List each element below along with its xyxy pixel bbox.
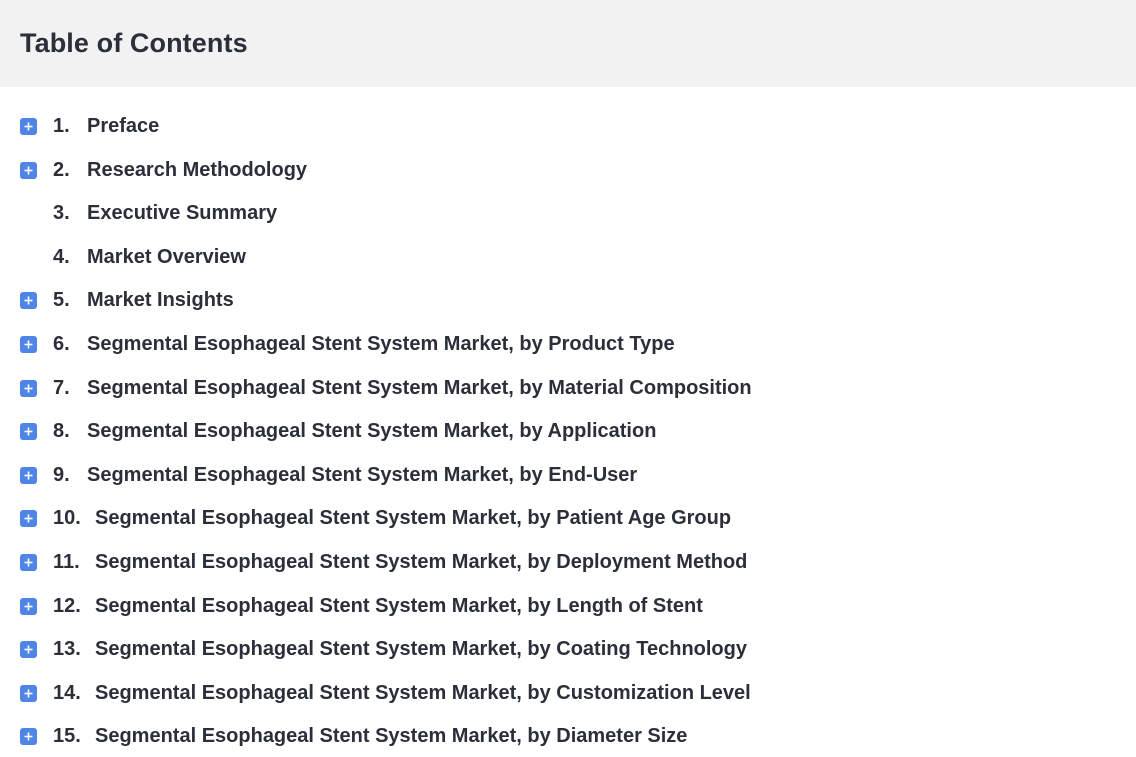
- toc-item-number: 14.: [53, 681, 81, 704]
- toc-item-7[interactable]: 7. Segmental Esophageal Stent System Mark…: [0, 374, 1136, 402]
- toc-item-9[interactable]: 9. Segmental Esophageal Stent System Mark…: [0, 461, 1136, 489]
- toc-item-number: 2.: [53, 158, 70, 181]
- toc-item-label[interactable]: Segmental Esophageal Stent System Market…: [95, 679, 751, 707]
- toc-item-11[interactable]: 11. Segmental Esophageal Stent System Mar…: [0, 548, 1136, 576]
- plus-icon[interactable]: [20, 336, 37, 353]
- toc-item-label[interactable]: Research Methodology: [87, 156, 307, 184]
- toc-item-label[interactable]: Segmental Esophageal Stent System Market…: [87, 374, 752, 402]
- toc-item-12[interactable]: 12. Segmental Esophageal Stent System Mar…: [0, 592, 1136, 620]
- toc-item-label[interactable]: Segmental Esophageal Stent System Market…: [95, 504, 731, 532]
- plus-icon[interactable]: [20, 597, 37, 615]
- toc-item-number: 1.: [53, 115, 70, 137]
- toc-item-number: 8.: [53, 420, 70, 443]
- toc-item-13[interactable]: 13. Segmental Esophageal Stent System Mar…: [0, 635, 1136, 663]
- toc-item-number: 6.: [53, 333, 70, 355]
- toc-item-label[interactable]: Segmental Esophageal Stent System Market…: [95, 592, 703, 620]
- plus-icon[interactable]: [20, 641, 37, 659]
- plus-icon[interactable]: [20, 728, 37, 746]
- toc-item-3[interactable]: 3. Executive Summary: [0, 199, 1136, 227]
- toc-item-label[interactable]: Market Insights: [87, 286, 234, 314]
- plus-icon[interactable]: [20, 118, 37, 135]
- toc-item-1[interactable]: 1. Preface: [0, 112, 1136, 140]
- toc-item-number: 15.: [53, 725, 81, 748]
- toc-item-8[interactable]: 8. Segmental Esophageal Stent System Mark…: [0, 417, 1136, 445]
- toc-item-label[interactable]: Segmental Esophageal Stent System Market…: [87, 461, 637, 489]
- toc-item-label[interactable]: Preface: [87, 112, 159, 140]
- toc-item-label[interactable]: Segmental Esophageal Stent System Market…: [95, 548, 747, 576]
- plus-icon[interactable]: [20, 379, 37, 397]
- plus-icon[interactable]: [20, 292, 37, 310]
- toc-item-number: 13.: [53, 638, 81, 661]
- plus-icon[interactable]: [20, 423, 37, 441]
- toc-item-number: 11.: [53, 551, 80, 573]
- toc-item-label[interactable]: Segmental Esophageal Stent System Market…: [95, 722, 687, 750]
- plus-icon[interactable]: [20, 684, 37, 702]
- toc-item-4[interactable]: 4. Market Overview: [0, 243, 1136, 271]
- toc-item-14[interactable]: 14. Segmental Esophageal Stent System Mar…: [0, 679, 1136, 707]
- toc-item-number: 3.: [53, 202, 70, 225]
- toc-item-number: 12.: [53, 594, 81, 617]
- toc-item-2[interactable]: 2. Research Methodology: [0, 156, 1136, 184]
- toc-item-6[interactable]: 6. Segmental Esophageal Stent System Mark…: [0, 330, 1136, 358]
- toc-item-number: 5.: [53, 289, 70, 312]
- plus-icon[interactable]: [20, 510, 37, 528]
- plus-icon[interactable]: [20, 161, 37, 179]
- toc-item-number: 4.: [53, 245, 70, 268]
- toc-item-5[interactable]: 5. Market Insights: [0, 286, 1136, 314]
- toc-item-label[interactable]: Segmental Esophageal Stent System Market…: [95, 635, 747, 663]
- toc-item-number: 7.: [53, 376, 70, 399]
- toc-item-number: 10.: [53, 507, 81, 530]
- plus-icon[interactable]: [20, 554, 37, 571]
- toc-item-label[interactable]: Segmental Esophageal Stent System Market…: [87, 330, 675, 358]
- toc-item-15[interactable]: 15. Segmental Esophageal Stent System Mar…: [0, 722, 1136, 750]
- toc-item-number: 9.: [53, 463, 70, 486]
- toc-item-label[interactable]: Market Overview: [87, 243, 246, 271]
- toc-item-label[interactable]: Segmental Esophageal Stent System Market…: [87, 417, 656, 445]
- toc-item-10[interactable]: 10. Segmental Esophageal Stent System Mar…: [0, 504, 1136, 532]
- page-title: Table of Contents: [20, 28, 248, 58]
- toc-item-label[interactable]: Executive Summary: [87, 199, 277, 227]
- plus-icon[interactable]: [20, 466, 37, 484]
- toc-header: Table of Contents: [0, 0, 1136, 87]
